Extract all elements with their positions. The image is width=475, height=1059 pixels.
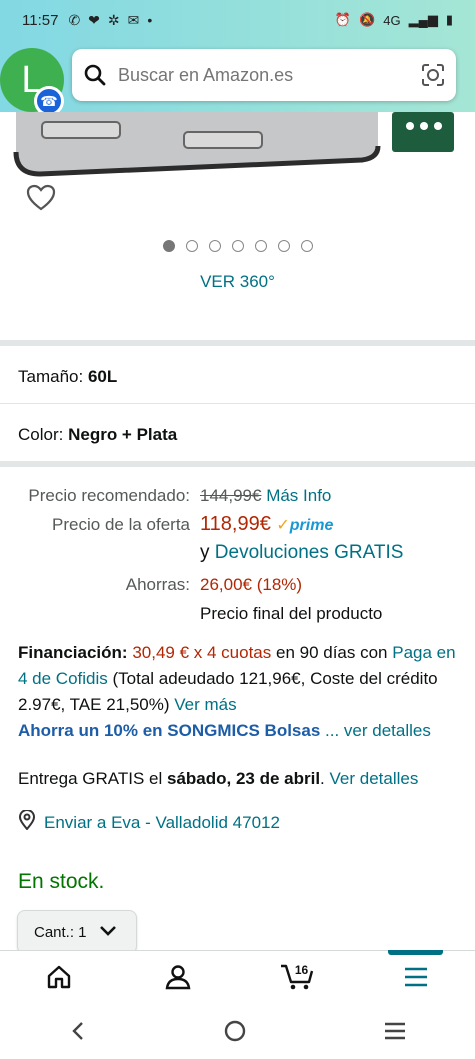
final-price-note: Precio final del producto	[200, 604, 383, 623]
delivery-details-link[interactable]: Ver detalles	[330, 769, 419, 788]
recommended-price-label: Precio recomendado:	[28, 486, 190, 505]
promo-link[interactable]: Ahorra un 10% en SONGMICS Bolsas	[18, 721, 320, 740]
delivery-date: sábado, 23 de abril	[166, 769, 321, 788]
search-bar[interactable]	[72, 49, 456, 101]
chevron-down-icon	[99, 924, 117, 941]
pagination-dot[interactable]	[208, 240, 221, 252]
returns-prefix: y	[200, 542, 210, 563]
network-label: 4G	[383, 12, 401, 28]
stock-status: En stock.	[18, 870, 105, 893]
promo-details-link[interactable]: ... ver detalles	[325, 721, 431, 740]
mail-icon: ✉	[127, 11, 140, 28]
financing-amount: 30,49 € x 4 cuotas	[132, 643, 272, 662]
alarm-icon: ⏰	[334, 12, 352, 27]
nav-menu[interactable]	[356, 950, 475, 1008]
divider	[0, 461, 475, 467]
size-value: 60L	[87, 367, 118, 386]
savings-value: 26,00€ (18%)	[200, 575, 303, 594]
camera-search-icon[interactable]	[410, 62, 456, 88]
divider	[0, 340, 475, 346]
more-info-link[interactable]: Más Info	[266, 486, 331, 505]
size-selector[interactable]: Tamaño: 60L	[18, 367, 117, 387]
savings-label: Ahorras:	[125, 575, 190, 594]
pagination-dot[interactable]	[185, 240, 198, 252]
quantity-dropdown[interactable]: Cant.: 1	[17, 910, 137, 954]
bottom-nav: 16	[0, 950, 475, 1008]
financing-label: Financiación:	[18, 643, 128, 662]
prime-badge: prime	[289, 517, 334, 534]
battery-icon: ▮	[445, 12, 453, 27]
home-icon	[46, 964, 72, 995]
pagination-dot[interactable]	[231, 240, 244, 252]
recents-icon[interactable]	[383, 1021, 407, 1046]
home-circle-icon[interactable]	[223, 1019, 247, 1048]
offer-price: 118,99€	[200, 513, 271, 535]
prime-check-icon: ✓	[276, 517, 290, 534]
address-link[interactable]: Enviar a Eva - Valladolid 47012	[44, 813, 280, 833]
notification-icons: ✆ ❤ ✲ ✉ •	[68, 12, 152, 29]
divider	[0, 403, 475, 404]
view-360-link[interactable]: VER 360°	[0, 272, 475, 292]
free-returns-link[interactable]: Devoluciones GRATIS	[215, 542, 404, 563]
back-icon[interactable]	[68, 1020, 88, 1047]
pagination-dot[interactable]	[254, 240, 267, 252]
color-selector[interactable]: Color: Negro + Plata	[18, 425, 177, 445]
delivery-prefix: Entrega GRATIS el	[18, 769, 163, 788]
cart-count: 16	[294, 963, 309, 977]
pagination-dot[interactable]	[277, 240, 290, 252]
nav-account[interactable]	[119, 951, 238, 1008]
nav-home[interactable]	[0, 951, 119, 1008]
system-icons: ⏰ 🔕 4G ▂▄▆ ▮	[335, 12, 453, 28]
heart-notification-icon: ❤	[88, 11, 100, 28]
mute-icon: 🔕	[359, 12, 376, 27]
delivery-address[interactable]: Enviar a Eva - Valladolid 47012	[18, 809, 280, 835]
recommended-price: 144,99€	[200, 486, 262, 505]
phone-icon: ✆	[68, 11, 81, 28]
financing-term: en 90 días con	[275, 643, 388, 662]
quantity-label: Cant.: 1	[34, 923, 87, 941]
system-nav-bar	[0, 1008, 475, 1059]
product-image[interactable]	[0, 112, 475, 338]
settings-notification-icon: ✲	[107, 11, 120, 28]
status-time: 11:57	[22, 11, 59, 29]
ver-mas-link[interactable]: Ver más	[174, 695, 236, 714]
offer-price-label: Precio de la oferta	[52, 515, 190, 534]
pagination-dot[interactable]	[162, 240, 175, 252]
location-pin-icon	[18, 809, 36, 835]
search-icon[interactable]	[72, 63, 118, 87]
size-label: Tamaño:	[18, 367, 84, 386]
color-label: Color:	[18, 425, 64, 444]
wishlist-heart-icon[interactable]	[26, 184, 56, 217]
pagination-dot[interactable]	[300, 240, 313, 252]
user-icon	[165, 964, 191, 995]
nav-cart[interactable]: 16	[238, 951, 357, 1008]
signal-icon: ▂▄▆	[408, 12, 438, 27]
search-input[interactable]	[118, 64, 410, 86]
financing-block: Financiación: 30,49 € x 4 cuotas en 90 d…	[18, 640, 458, 744]
status-bar: 11:57 ✆ ❤ ✲ ✉ • ⏰ 🔕 4G ▂▄▆ ▮	[0, 0, 475, 40]
menu-icon	[403, 966, 429, 993]
more-dot-icon: •	[147, 12, 153, 28]
color-value: Negro + Plata	[68, 425, 178, 444]
image-pagination[interactable]	[0, 240, 475, 252]
delivery-info: Entrega GRATIS el sábado, 23 de abril. V…	[18, 769, 419, 788]
